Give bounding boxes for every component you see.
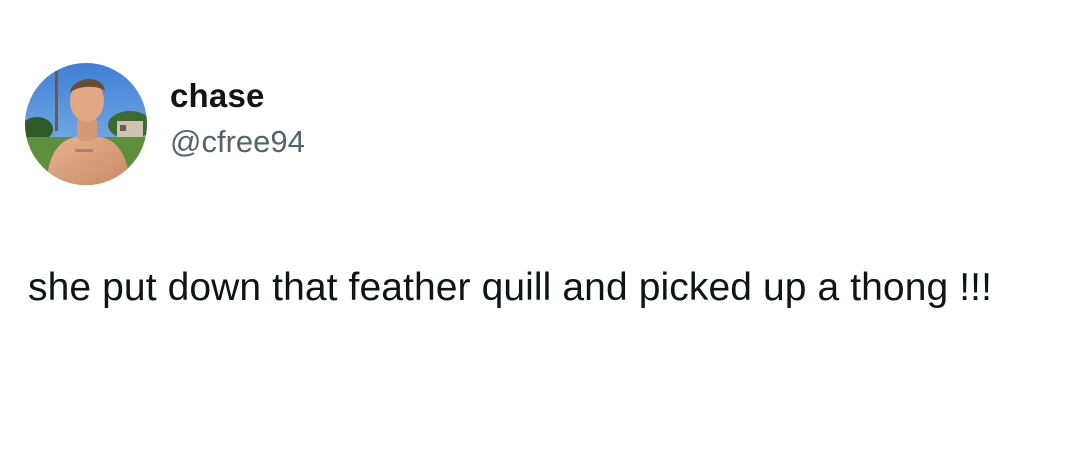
tweet-text: she put down that feather quill and pick…	[28, 266, 993, 309]
tweet-card: chase @cfree94 she put down that feather…	[0, 0, 1080, 463]
avatar[interactable]	[25, 63, 147, 185]
tweet-header: chase @cfree94	[25, 63, 305, 185]
author-handle[interactable]: @cfree94	[170, 122, 305, 162]
author-display-name[interactable]: chase	[170, 76, 305, 116]
avatar-photo-icon	[25, 63, 147, 185]
author-names: chase @cfree94	[170, 76, 305, 162]
